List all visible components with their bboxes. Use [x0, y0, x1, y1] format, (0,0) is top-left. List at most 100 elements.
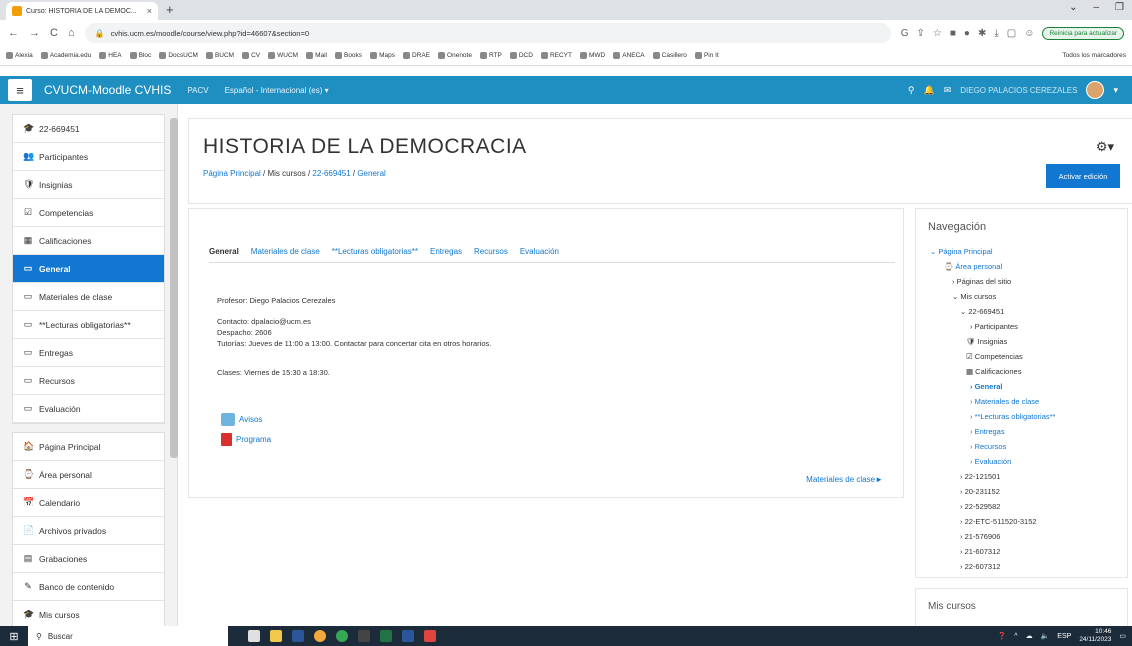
section-tab[interactable]: Evaluación: [520, 247, 559, 262]
bookmark-item[interactable]: DCD: [509, 52, 533, 59]
user-menu-chevron-icon[interactable]: ▾: [1113, 85, 1118, 96]
nav-tree-item[interactable]: › Páginas del sitio: [930, 277, 1055, 292]
taskbar-search[interactable]: ⚲ Buscar: [28, 626, 228, 646]
windows-start-icon[interactable]: ⊞: [0, 626, 28, 646]
sidebar-item[interactable]: 📄 Archivos privados: [13, 517, 164, 545]
nav-tree-item[interactable]: › 21-607312: [930, 547, 1055, 562]
nav-tree-item[interactable]: › 20-231152: [930, 487, 1055, 502]
bookmark-item[interactable]: RTP: [479, 52, 502, 59]
new-tab-button[interactable]: +: [166, 2, 174, 20]
breadcrumb-mycourses[interactable]: Mis cursos: [267, 169, 305, 178]
volume-icon[interactable]: 🔈: [1041, 632, 1050, 640]
nav-tree-item[interactable]: › **Lecturas obligatorias**: [930, 412, 1055, 427]
bookmark-item[interactable]: MWD: [579, 52, 605, 59]
all-bookmarks-button[interactable]: Todos los marcadores: [1062, 52, 1126, 59]
reload-icon[interactable]: C: [50, 27, 58, 39]
nav-tree-item[interactable]: › Recursos: [930, 442, 1055, 457]
nav-tree-item[interactable]: › 22-607312: [930, 562, 1055, 577]
bookmark-item[interactable]: Maps: [370, 52, 395, 59]
sidebar-item[interactable]: ▦ Calificaciones: [13, 227, 164, 255]
site-brand[interactable]: CVUCM-Moodle CVHIS: [44, 83, 171, 97]
sidebar-item[interactable]: ▭ Entregas: [13, 339, 164, 367]
section-tab[interactable]: Entregas: [430, 247, 462, 262]
word-icon[interactable]: [402, 630, 414, 642]
clock[interactable]: 10:46 24/11/2023: [1079, 628, 1111, 644]
url-bar[interactable]: 🔒 cvhis.ucm.es/moodle/course/view.php?id…: [84, 23, 891, 43]
extension-icon[interactable]: ■: [950, 28, 956, 39]
sidebar-item[interactable]: ⌚ Área personal: [13, 461, 164, 489]
next-section-link[interactable]: Materiales de clase►: [806, 475, 883, 484]
sidebar-item[interactable]: ▭ **Lecturas obligatorias**: [13, 311, 164, 339]
nav-tree-item[interactable]: 🛡 Insignias: [930, 337, 1055, 352]
section-tab[interactable]: **Lecturas obligatorias**: [332, 247, 418, 262]
sidebar-item[interactable]: 📅 Calendario: [13, 489, 164, 517]
bookmark-item[interactable]: RECYT: [540, 52, 572, 59]
nav-tree-item[interactable]: › Entregas: [930, 427, 1055, 442]
avatar[interactable]: [1086, 81, 1105, 99]
nav-tree-item[interactable]: › 22-121501: [930, 472, 1055, 487]
notifications-icon[interactable]: 🔔: [923, 85, 934, 96]
bookmark-item[interactable]: Bloc: [129, 52, 151, 59]
tray-chevron-icon[interactable]: ^: [1014, 633, 1017, 640]
download-icon[interactable]: ⤓: [994, 28, 998, 39]
sidebar-item[interactable]: 🛡 Insignias: [13, 171, 164, 199]
word-icon[interactable]: [292, 630, 304, 642]
nav-tree-item[interactable]: ⌄ 22-669451: [930, 307, 1055, 322]
scrollbar[interactable]: [170, 118, 178, 458]
bookmark-item[interactable]: Casillero: [652, 52, 687, 59]
bookmark-item[interactable]: Pin It: [694, 52, 719, 59]
bookmark-item[interactable]: Academia.edu: [40, 52, 91, 59]
programa-link[interactable]: Programa: [221, 433, 271, 446]
breadcrumb-home[interactable]: Página Principal: [203, 169, 261, 178]
nav-tree-item[interactable]: › Evaluación: [930, 457, 1055, 472]
star-icon[interactable]: ☆: [933, 28, 942, 39]
nav-tree-item[interactable]: › General: [930, 382, 1055, 397]
nav-tree-item[interactable]: › 22-529582: [930, 502, 1055, 517]
bookmark-item[interactable]: Alexia: [6, 52, 33, 59]
section-tab[interactable]: Recursos: [474, 247, 508, 262]
google-icon[interactable]: G: [901, 28, 909, 39]
browser-tab[interactable]: Curso: HISTORIA DE LA DEMOC... ×: [6, 2, 158, 20]
menu-toggle-button[interactable]: ≡: [8, 79, 32, 101]
nav-tree-item[interactable]: ▦ Calificaciones: [930, 367, 1055, 382]
sidebar-item[interactable]: 🎓 22-669451: [13, 115, 164, 143]
home-icon[interactable]: ⌂: [68, 27, 75, 39]
bookmark-item[interactable]: DocsUCM: [159, 52, 198, 59]
nav-tree-item[interactable]: › 22-ETC-511520-3152: [930, 517, 1055, 532]
file-explorer-icon[interactable]: [270, 630, 282, 642]
language-indicator[interactable]: ESP: [1057, 633, 1071, 640]
close-tab-icon[interactable]: ×: [147, 6, 152, 16]
edit-mode-button[interactable]: Activar edición: [1046, 164, 1120, 188]
messages-icon[interactable]: ✉: [944, 85, 952, 96]
tab-search-icon[interactable]: ⌄: [1069, 2, 1077, 13]
gear-icon[interactable]: ⚙▾: [1096, 139, 1114, 155]
sidebar-item[interactable]: 🏠 Página Principal: [13, 433, 164, 461]
sidebar-item[interactable]: ✎ Banco de contenido: [13, 573, 164, 601]
bookmark-item[interactable]: HEA: [99, 52, 122, 59]
sidebar-item[interactable]: ▤ Grabaciones: [13, 545, 164, 573]
nav-tree-item[interactable]: ⌚ Área personal: [930, 262, 1055, 277]
share-icon[interactable]: ⇪: [917, 28, 925, 39]
avisos-link[interactable]: Avisos: [221, 413, 262, 426]
sidebar-item[interactable]: ☑ Competencias: [13, 199, 164, 227]
chrome-icon[interactable]: [314, 630, 326, 642]
nav-tree-item[interactable]: › Materiales de clase: [930, 397, 1055, 412]
bookmark-item[interactable]: BUCM: [205, 52, 234, 59]
bookmark-item[interactable]: Onenote: [438, 52, 472, 59]
extension-icon[interactable]: ●: [964, 28, 970, 39]
pacv-link[interactable]: PACV: [187, 86, 208, 95]
nav-tree-item[interactable]: › Participantes: [930, 322, 1055, 337]
bookmark-item[interactable]: Books: [334, 52, 362, 59]
nav-tree-item[interactable]: ⌄ Mis cursos: [930, 292, 1055, 307]
sidebar-item[interactable]: 🎓 Mis cursos: [13, 601, 164, 626]
search-icon[interactable]: ⚲: [908, 85, 915, 96]
breadcrumb-section[interactable]: General: [357, 169, 385, 178]
sidepanel-icon[interactable]: ▢: [1007, 28, 1016, 39]
section-tab[interactable]: General: [209, 247, 239, 262]
chrome-profile-icon[interactable]: [336, 630, 348, 642]
forward-icon[interactable]: →: [29, 27, 40, 39]
sidebar-item[interactable]: 👥 Participantes: [13, 143, 164, 171]
breadcrumb-course[interactable]: 22-669451: [312, 169, 350, 178]
bookmark-item[interactable]: Mail: [306, 52, 327, 59]
puzzle-icon[interactable]: ✱: [978, 28, 986, 39]
